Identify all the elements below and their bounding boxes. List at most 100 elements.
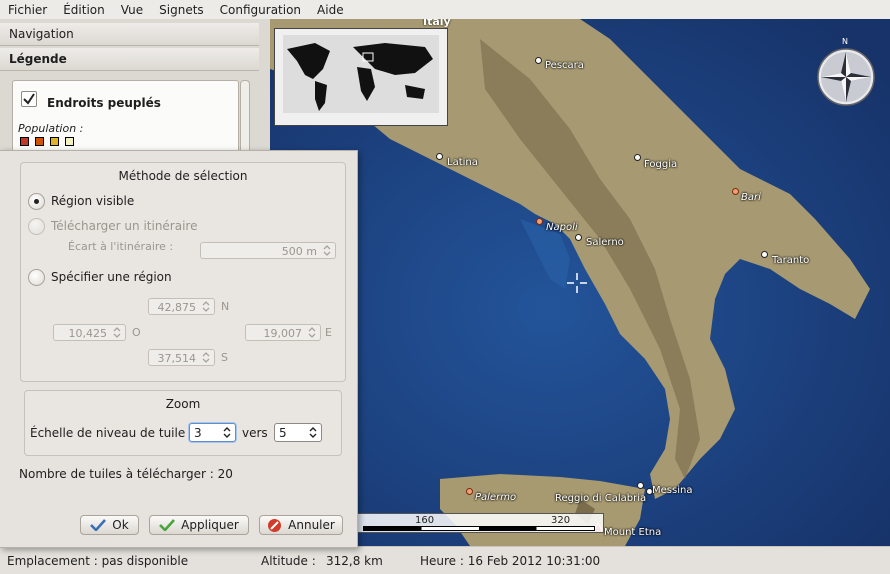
- city-label[interactable]: Mount Etna: [604, 527, 661, 538]
- zoom-from-value: 3: [194, 426, 202, 440]
- scale-bar: 160 320: [357, 513, 604, 533]
- legend-item-label: Endroits peuplés: [47, 96, 161, 110]
- overview-map[interactable]: [274, 28, 448, 126]
- legend-checkbox[interactable]: [21, 91, 37, 107]
- city-label[interactable]: Pescara: [545, 60, 584, 71]
- radio-specify-region[interactable]: [28, 269, 45, 286]
- city-label[interactable]: Taranto: [772, 255, 809, 266]
- download-route-label[interactable]: Télécharger un itinéraire: [51, 219, 197, 233]
- compass-icon: [817, 48, 875, 106]
- radio-visible-region[interactable]: [28, 193, 45, 210]
- specify-region-label[interactable]: Spécifier une région: [51, 270, 172, 284]
- cancel-icon: [268, 518, 282, 532]
- radio-download-route[interactable]: [28, 218, 45, 235]
- city-label[interactable]: Napoli: [546, 222, 578, 233]
- spin-arrows-icon: [202, 352, 210, 363]
- visible-region-label[interactable]: Région visible: [51, 194, 134, 208]
- scale-label-320: 320: [551, 515, 571, 526]
- west-spinbox[interactable]: 10,425: [53, 324, 126, 341]
- south-spinbox[interactable]: 37,514: [148, 349, 215, 366]
- spin-arrows-icon: [223, 427, 231, 438]
- route-distance-value: 500 m: [281, 245, 317, 258]
- tab-navigation[interactable]: Navigation: [0, 23, 259, 46]
- city-label[interactable]: Messina: [652, 485, 692, 496]
- status-altitude-value: 312,8 km: [326, 554, 383, 568]
- city-label[interactable]: Palermo: [475, 492, 516, 503]
- menu-signets[interactable]: Signets: [151, 0, 212, 19]
- apply-button-label: Appliquer: [181, 518, 239, 532]
- spin-arrows-icon: [309, 427, 317, 438]
- south-value: 37,514: [157, 352, 197, 365]
- overview-label: Italy: [423, 19, 451, 28]
- compass-north-label: N: [842, 37, 848, 46]
- menu-vue[interactable]: Vue: [113, 0, 151, 19]
- download-region-dialog: Méthode de sélection Région visible Télé…: [0, 150, 358, 548]
- ok-button-label: Ok: [112, 518, 129, 532]
- check-icon: [90, 519, 107, 531]
- city-marker: [575, 234, 582, 241]
- city-marker: [634, 154, 641, 161]
- city-label[interactable]: Bari: [741, 192, 761, 203]
- legend-scrollbar[interactable]: [240, 80, 250, 154]
- route-distance-spinbox[interactable]: 500 m: [200, 242, 336, 259]
- zoom-from-spinbox[interactable]: 3: [189, 423, 236, 442]
- legend-panel: Endroits peuplés Population :: [12, 80, 239, 154]
- north-label: N: [221, 300, 230, 313]
- city-marker: [732, 188, 739, 195]
- world-map-image: [283, 35, 439, 113]
- menu-fichier[interactable]: Fichier: [0, 0, 55, 19]
- menu-aide[interactable]: Aide: [309, 0, 352, 19]
- status-location: Emplacement : pas disponible: [7, 554, 189, 568]
- west-label: O: [132, 326, 141, 339]
- city-marker: [436, 153, 443, 160]
- tile-scale-label: Échelle de niveau de tuile :: [30, 426, 194, 440]
- menu-bar: Fichier Édition Vue Signets Configuratio…: [0, 0, 890, 19]
- cancel-button-label: Annuler: [288, 518, 335, 532]
- spin-arrows-icon: [323, 245, 331, 256]
- east-value: 19,007: [263, 327, 303, 340]
- ok-button[interactable]: Ok: [80, 515, 139, 535]
- city-label[interactable]: Foggia: [644, 159, 677, 170]
- tiles-count-label: Nombre de tuiles à télécharger : 20: [19, 467, 233, 481]
- north-value: 42,875: [157, 301, 197, 314]
- menu-configuration[interactable]: Configuration: [212, 0, 309, 19]
- north-spinbox[interactable]: 42,875: [148, 298, 215, 315]
- spin-arrows-icon: [113, 327, 121, 338]
- population-symbols: [20, 137, 74, 146]
- west-value: 10,425: [68, 327, 108, 340]
- map-view[interactable]: Italy N Pescara Latina Foggia Bari Napol…: [270, 19, 890, 546]
- city-marker: [466, 488, 473, 495]
- city-marker: [761, 251, 768, 258]
- status-altitude-label: Altitude :: [261, 554, 316, 568]
- zoom-to-spinbox[interactable]: 5: [274, 423, 322, 442]
- spin-arrows-icon: [308, 327, 316, 338]
- zoom-to-value: 5: [279, 426, 287, 440]
- menu-edition[interactable]: Édition: [55, 0, 113, 19]
- check-icon: [23, 93, 35, 105]
- city-label[interactable]: Latina: [447, 157, 478, 168]
- east-label: E: [325, 326, 332, 339]
- zoom-to-label: vers: [242, 426, 268, 440]
- compass[interactable]: N: [816, 37, 876, 107]
- city-label[interactable]: Salerno: [586, 237, 624, 248]
- city-label[interactable]: Reggio di Calabria: [555, 493, 646, 504]
- city-marker: [535, 57, 542, 64]
- status-time: Heure : 16 Feb 2012 10:31:00: [420, 554, 601, 568]
- status-bar: Emplacement : pas disponible Altitude : …: [0, 546, 890, 574]
- south-label: S: [221, 351, 228, 364]
- route-distance-label: Écart à l'itinéraire :: [68, 240, 174, 253]
- apply-button[interactable]: Appliquer: [149, 515, 249, 535]
- selection-method-title: Méthode de sélection: [118, 169, 248, 183]
- tab-legende[interactable]: Légende: [0, 48, 259, 71]
- spin-arrows-icon: [202, 301, 210, 312]
- cancel-button[interactable]: Annuler: [259, 515, 343, 535]
- check-icon: [159, 519, 176, 531]
- city-marker: [637, 482, 644, 489]
- population-label: Population :: [18, 122, 84, 135]
- city-marker: [536, 218, 543, 225]
- zoom-title: Zoom: [165, 397, 201, 411]
- scale-ruler: [363, 526, 595, 531]
- crosshair-icon: [567, 273, 587, 293]
- east-spinbox[interactable]: 19,007: [245, 324, 321, 341]
- scale-label-160: 160: [415, 515, 435, 526]
